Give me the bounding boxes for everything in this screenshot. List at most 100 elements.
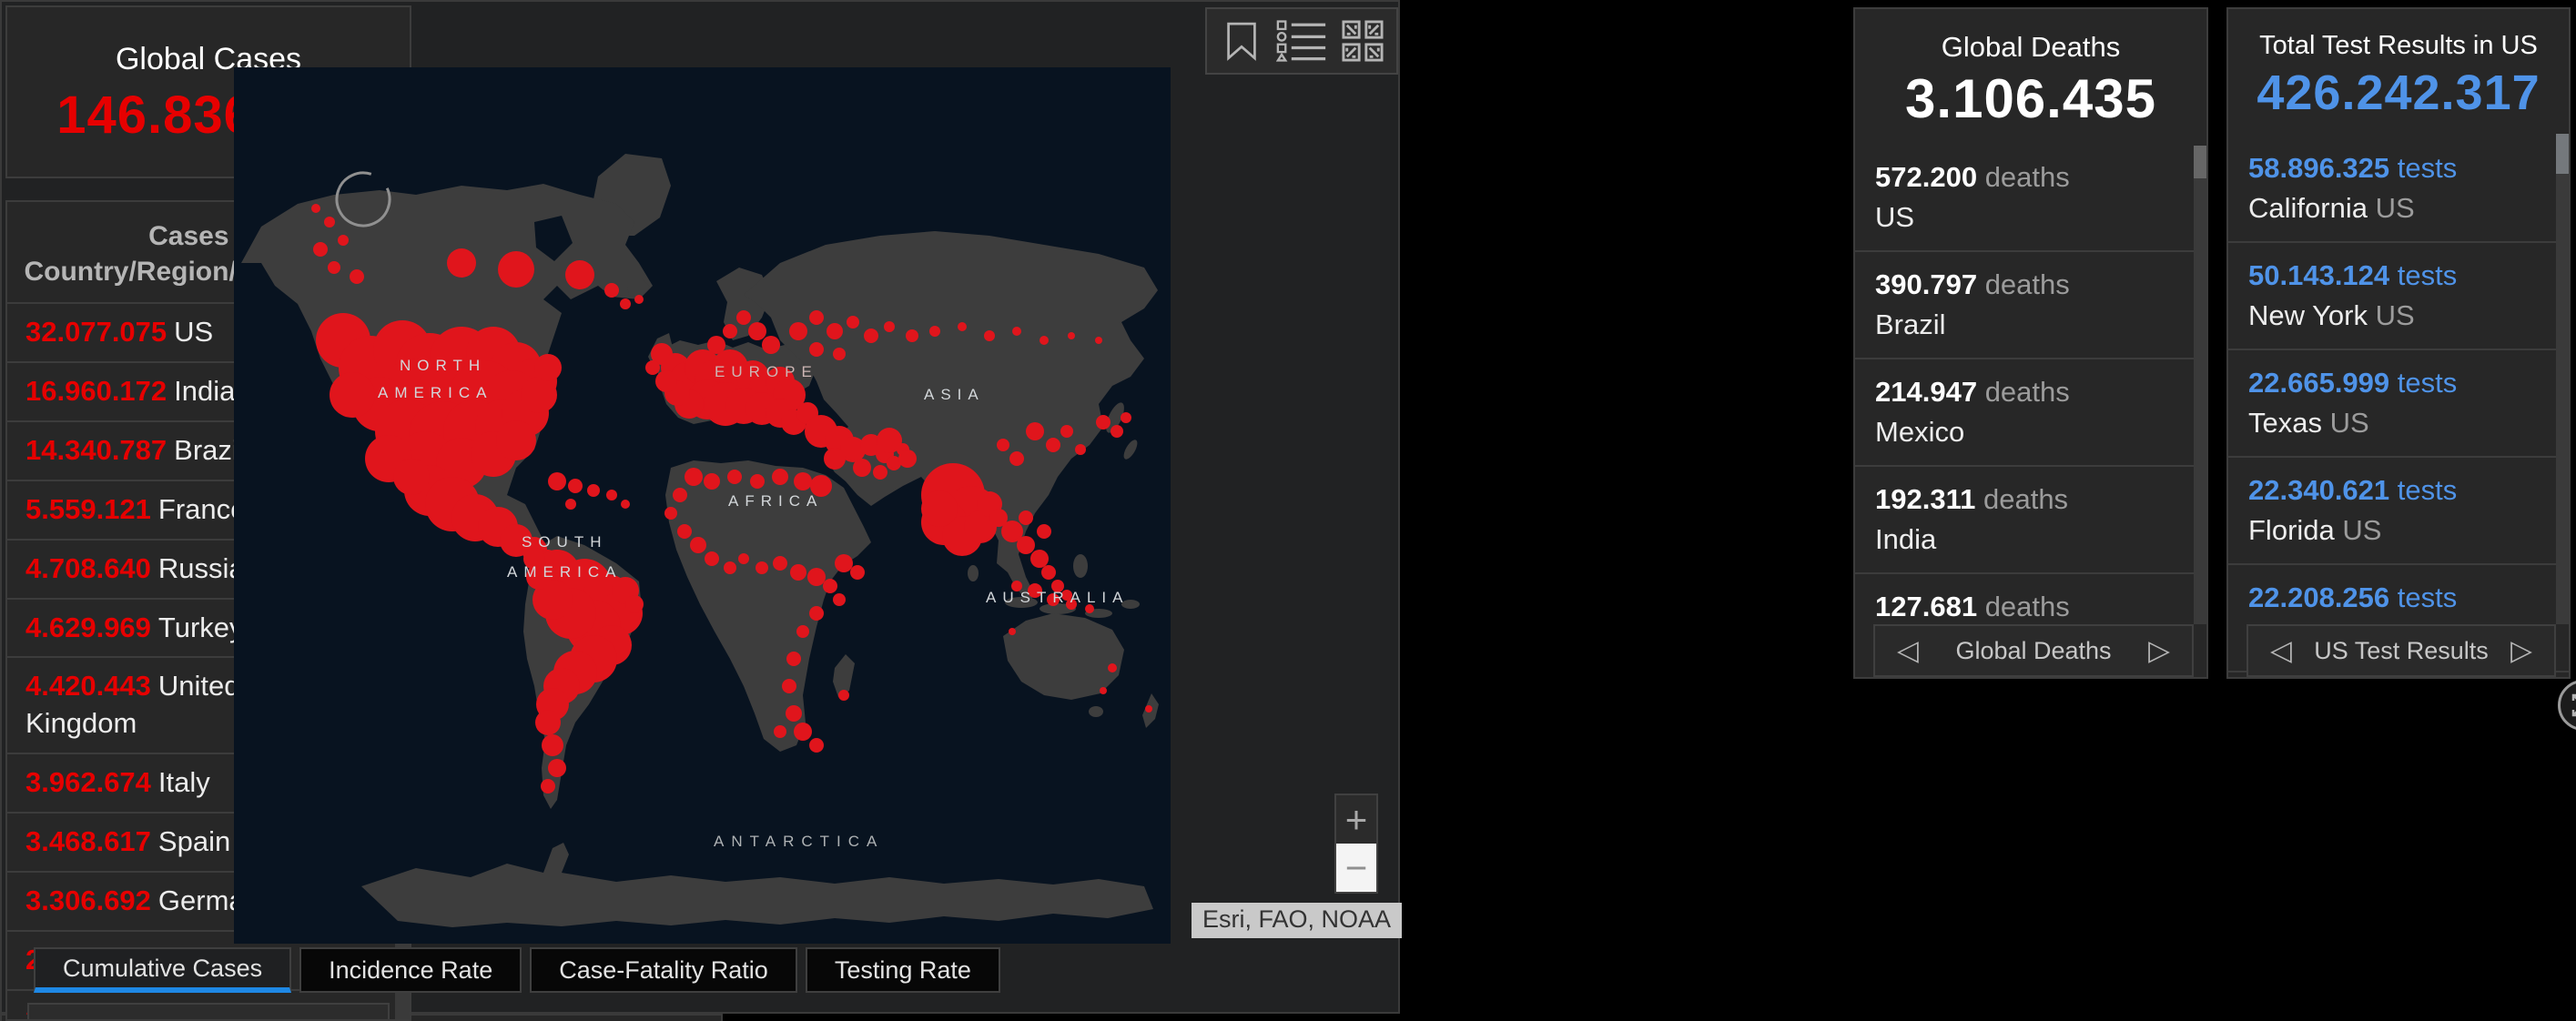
pager-next-icon[interactable]: ▷	[2510, 634, 2532, 667]
tests-pager: ◁ US Test Results ▷	[2246, 624, 2556, 677]
test-row-california[interactable]: 58.896.325 tests California US	[2228, 136, 2569, 241]
covid-dashboard: Global Cases 146.836.524 Cases by Countr…	[0, 0, 2576, 1021]
pager-next-icon[interactable]: ▷	[330, 1014, 348, 1019]
case-label: Russia	[157, 551, 245, 584]
legend-icon[interactable]	[1275, 16, 1328, 66]
case-value: 4.420.443	[25, 670, 151, 703]
test-value: 22.208.256	[2248, 581, 2390, 614]
death-value: 192.311	[1875, 483, 1976, 516]
map-layer-tabs: Cumulative Cases Incidence Rate Case-Fat…	[34, 947, 1000, 993]
death-row-brazil[interactable]: 390.797 deaths Brazil	[1855, 250, 2206, 358]
test-country: US	[2329, 407, 2369, 440]
tab-incidence-rate[interactable]: Incidence Rate	[299, 947, 522, 993]
death-region: Brazil	[1875, 308, 1946, 341]
pager-next-icon[interactable]: ▷	[2148, 634, 2170, 667]
deaths-pager: ◁ Global Deaths ▷	[1873, 624, 2194, 677]
tests-scrollbar-thumb[interactable]	[2556, 134, 2569, 174]
death-region: India	[1875, 523, 1937, 556]
expand-button[interactable]	[2558, 680, 2576, 731]
tab-cumulative-cases[interactable]: Cumulative Cases	[34, 947, 292, 993]
map-toolbar	[1205, 7, 1398, 75]
global-deaths-value: 3.106.435	[1905, 68, 2156, 129]
map-attribution: Esri, FAO, NOAA	[1192, 903, 1403, 938]
deaths-scrollbar-thumb[interactable]	[2194, 146, 2206, 178]
test-unit: tests	[2397, 474, 2458, 507]
case-value: 4.629.969	[25, 611, 151, 643]
pager-prev-icon[interactable]: ◁	[69, 1014, 87, 1019]
cases-pager-clipped[interactable]: ◁ ▷	[27, 1003, 390, 1019]
case-value: 4.708.640	[25, 551, 151, 584]
global-deaths-title: Global Deaths	[1941, 31, 2121, 63]
death-unit: deaths	[1983, 483, 2069, 516]
zoom-in-button[interactable]: +	[1336, 795, 1376, 844]
map-label-america-south: AMERICA	[507, 563, 622, 581]
tests-pager-label: US Test Results	[2314, 636, 2489, 664]
case-value: 16.960.172	[25, 374, 167, 407]
loading-spinner	[335, 171, 391, 227]
case-value: 32.077.075	[25, 316, 167, 348]
death-row-us[interactable]: 572.200 deaths US	[1855, 145, 2206, 250]
tab-testing-rate[interactable]: Testing Rate	[805, 947, 1000, 993]
us-tests-value: 426.242.317	[2257, 66, 2541, 120]
test-unit: tests	[2397, 259, 2458, 292]
tab-case-fatality-ratio[interactable]: Case-Fatality Ratio	[530, 947, 797, 993]
test-value: 50.143.124	[2248, 259, 2390, 292]
map-label-europe: EUROPE	[715, 363, 818, 380]
expand-arrows-icon	[2571, 693, 2576, 717]
test-unit: tests	[2397, 367, 2458, 399]
tests-scrollbar-track[interactable]	[2556, 134, 2569, 624]
pager-prev-icon[interactable]: ◁	[1897, 634, 1919, 667]
deaths-list: 572.200 deaths US 390.797 deaths Brazil …	[1855, 145, 2206, 677]
test-state: California	[2248, 192, 2368, 225]
map-zoom-control: + −	[1334, 794, 1378, 894]
zoom-out-button[interactable]: −	[1336, 844, 1376, 892]
us-tests-title: Total Test Results in US	[2259, 31, 2538, 60]
case-label: Italy	[157, 766, 210, 799]
death-unit: deaths	[1984, 591, 2070, 623]
pager-prev-icon[interactable]: ◁	[2270, 634, 2292, 667]
basemap-icon[interactable]	[1336, 16, 1389, 66]
deaths-pager-label: Global Deaths	[1955, 636, 2112, 664]
death-region: US	[1875, 201, 1915, 234]
case-value: 3.306.692	[25, 885, 151, 917]
case-label: India	[174, 374, 236, 407]
test-row-texas[interactable]: 22.665.999 tests Texas US	[2228, 349, 2569, 456]
case-label: Turkey	[157, 611, 244, 643]
death-row-india[interactable]: 192.311 deaths India	[1855, 465, 2206, 572]
bookmark-icon[interactable]	[1215, 16, 1268, 66]
death-unit: deaths	[1984, 268, 2070, 301]
test-country: US	[2342, 514, 2382, 547]
death-unit: deaths	[1984, 376, 2070, 409]
map-label-australia: AUSTRALIA	[986, 589, 1129, 606]
map-label-north: NORTH	[400, 357, 486, 374]
case-label: US	[174, 316, 214, 348]
test-row-new-york[interactable]: 50.143.124 tests New York US	[2228, 241, 2569, 349]
death-value: 390.797	[1875, 268, 1978, 301]
case-value: 3.468.617	[25, 825, 151, 858]
death-region: Mexico	[1875, 416, 1965, 449]
test-value: 22.665.999	[2248, 367, 2390, 399]
test-state: Texas	[2248, 407, 2322, 440]
us-tests-panel: Total Test Results in US 426.242.317 58.…	[2226, 7, 2571, 679]
death-value: 127.681	[1875, 591, 1978, 623]
test-unit: tests	[2397, 152, 2458, 184]
map-label-south: SOUTH	[522, 533, 608, 551]
tests-list: 58.896.325 tests California US 50.143.12…	[2228, 136, 2569, 677]
death-row-mexico[interactable]: 214.947 deaths Mexico	[1855, 358, 2206, 465]
case-value: 5.559.121	[25, 492, 151, 525]
test-state: Florida	[2248, 514, 2335, 547]
case-label: Spain	[157, 825, 231, 858]
test-state: New York	[2248, 299, 2368, 332]
case-value: 14.340.787	[25, 433, 167, 466]
death-unit: deaths	[1984, 161, 2070, 193]
case-label: France	[157, 492, 247, 525]
global-deaths-panel: Global Deaths 3.106.435 572.200 deaths U…	[1853, 7, 2208, 679]
map-label-antarctica: ANTARCTICA	[714, 833, 884, 850]
map-label-america-north: AMERICA	[378, 384, 492, 401]
test-value: 22.340.621	[2248, 474, 2390, 507]
deaths-scrollbar-track[interactable]	[2194, 146, 2206, 624]
map-label-asia: ASIA	[924, 386, 985, 403]
test-row-florida[interactable]: 22.340.621 tests Florida US	[2228, 456, 2569, 563]
map-label-africa: AFRICA	[728, 492, 823, 510]
test-country: US	[2375, 299, 2415, 332]
